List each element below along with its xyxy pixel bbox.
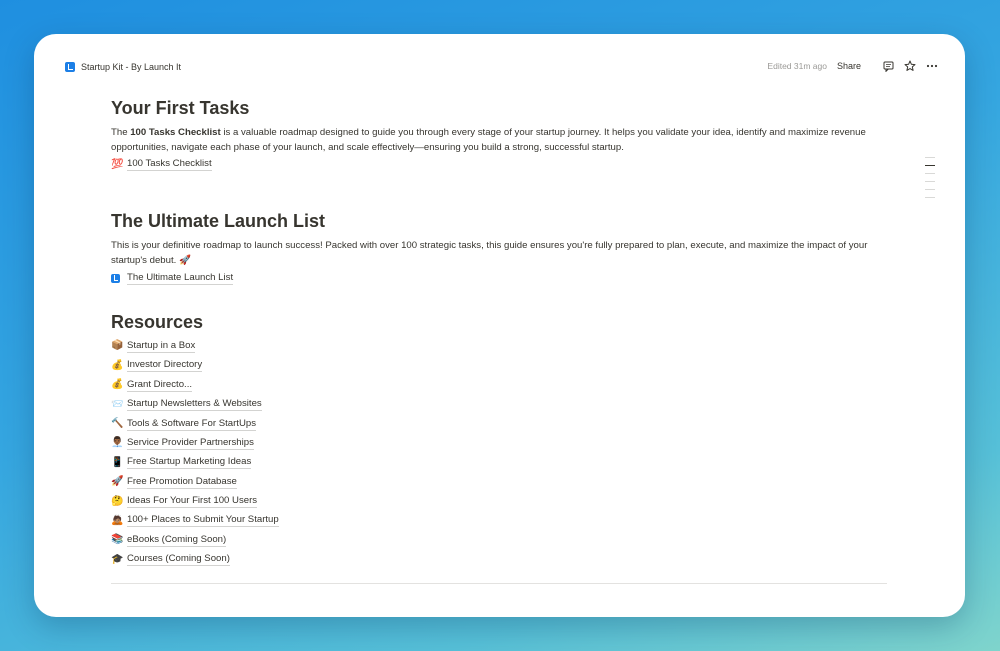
page-content: Your First Tasks The 100 Tasks Checklist…: [111, 96, 887, 569]
list-item[interactable]: 🤔 Ideas For Your First 100 Users: [111, 492, 887, 511]
hammer-icon: 🔨: [111, 418, 124, 430]
list-item[interactable]: 💰 Grant Directo...: [111, 376, 887, 395]
list-item[interactable]: 💰 Investor Directory: [111, 356, 887, 375]
resources-list: 📦 Startup in a Box 💰 Investor Directory 💰 G…: [111, 337, 887, 570]
more-icon[interactable]: [925, 59, 939, 73]
rocket-icon: 🚀: [111, 476, 124, 488]
share-button[interactable]: Share: [837, 61, 861, 71]
books-icon: 📚: [111, 534, 124, 546]
app-window: Startup Kit - By Launch It Edited 31m ag…: [34, 34, 965, 617]
list-item[interactable]: 📦 Startup in a Box: [111, 337, 887, 356]
thinking-face-icon: 🤔: [111, 495, 124, 507]
edited-timestamp: Edited 31m ago: [767, 61, 827, 71]
list-item[interactable]: 🙇🏽 100+ Places to Submit Your Startup: [111, 511, 887, 530]
list-item-label[interactable]: 100+ Places to Submit Your Startup: [127, 514, 279, 528]
breadcrumb[interactable]: Startup Kit - By Launch It: [65, 60, 181, 74]
link-label[interactable]: 100 Tasks Checklist: [127, 158, 212, 172]
breadcrumb-title[interactable]: Startup Kit - By Launch It: [81, 62, 181, 72]
list-item-label[interactable]: Startup in a Box: [127, 340, 196, 353]
list-item[interactable]: 🎓 Courses (Coming Soon): [111, 550, 887, 569]
list-item[interactable]: 📱 Free Startup Marketing Ideas: [111, 453, 887, 472]
list-item-label[interactable]: Free Promotion Database: [127, 476, 237, 489]
graduation-cap-icon: 🎓: [111, 553, 124, 565]
first-tasks-description: The 100 Tasks Checklist is a valuable ro…: [111, 125, 887, 155]
toc-line[interactable]: [925, 181, 935, 182]
desc-rest: is a valuable roadmap designed to guide …: [111, 127, 866, 153]
list-item-label[interactable]: eBooks (Coming Soon): [127, 534, 227, 547]
launch-it-logo-icon: [111, 273, 120, 283]
envelope-icon: 📨: [111, 398, 124, 410]
list-item-label[interactable]: Investor Directory: [127, 359, 203, 373]
link-ultimate-launch-list[interactable]: The Ultimate Launch List: [111, 268, 887, 287]
toc-line[interactable]: [925, 197, 935, 198]
list-item-label[interactable]: Ideas For Your First 100 Users: [127, 495, 258, 509]
hundred-points-icon: 💯: [111, 158, 124, 170]
toc-line[interactable]: [925, 157, 935, 158]
list-item-label[interactable]: Grant Directo...: [127, 379, 193, 392]
list-item-label[interactable]: Free Startup Marketing Ideas: [127, 456, 252, 470]
bowing-person-icon: 🙇🏽: [111, 514, 124, 526]
link-100-tasks-checklist[interactable]: 💯 100 Tasks Checklist: [111, 155, 887, 174]
heading-your-first-tasks: Your First Tasks: [111, 98, 250, 118]
list-item-label[interactable]: Tools & Software For StartUps: [127, 418, 257, 431]
list-item-label[interactable]: Service Provider Partnerships: [127, 437, 254, 450]
heading-resources: Resources: [111, 311, 204, 332]
list-item[interactable]: 📚 eBooks (Coming Soon): [111, 531, 887, 550]
launch-list-description: This is your definitive roadmap to launc…: [111, 240, 868, 267]
list-item-label[interactable]: Startup Newsletters & Websites: [127, 398, 262, 412]
launch-it-logo-icon: [65, 62, 75, 72]
heading-ultimate-launch-list: The Ultimate Launch List: [111, 211, 326, 232]
toc-line-active[interactable]: [925, 165, 935, 166]
list-item-label[interactable]: Courses (Coming Soon): [127, 553, 230, 567]
comment-icon[interactable]: [881, 59, 895, 73]
desc-prefix: The: [111, 127, 131, 138]
list-item[interactable]: 📨 Startup Newsletters & Websites: [111, 395, 887, 414]
list-item[interactable]: 🔨 Tools & Software For StartUps: [111, 414, 887, 433]
link-label[interactable]: The Ultimate Launch List: [127, 272, 234, 285]
money-bag-icon: 💰: [111, 359, 124, 371]
businessman-icon: 👨🏾‍💼: [111, 437, 124, 449]
toc-line[interactable]: [925, 189, 935, 190]
phone-icon: 📱: [111, 456, 124, 468]
money-bag-icon: 💰: [111, 379, 124, 391]
package-icon: 📦: [111, 340, 124, 352]
divider: [111, 583, 887, 584]
star-icon[interactable]: [903, 59, 917, 73]
desc-bold: 100 Tasks Checklist: [130, 127, 221, 138]
list-item[interactable]: 👨🏾‍💼 Service Provider Partnerships: [111, 434, 887, 453]
toc-line[interactable]: [925, 173, 935, 174]
topbar-actions: Edited 31m ago Share: [767, 58, 939, 74]
table-of-contents[interactable]: [925, 157, 935, 205]
top-bar: Startup Kit - By Launch It Edited 31m ag…: [34, 34, 965, 98]
list-item[interactable]: 🚀 Free Promotion Database: [111, 473, 887, 492]
